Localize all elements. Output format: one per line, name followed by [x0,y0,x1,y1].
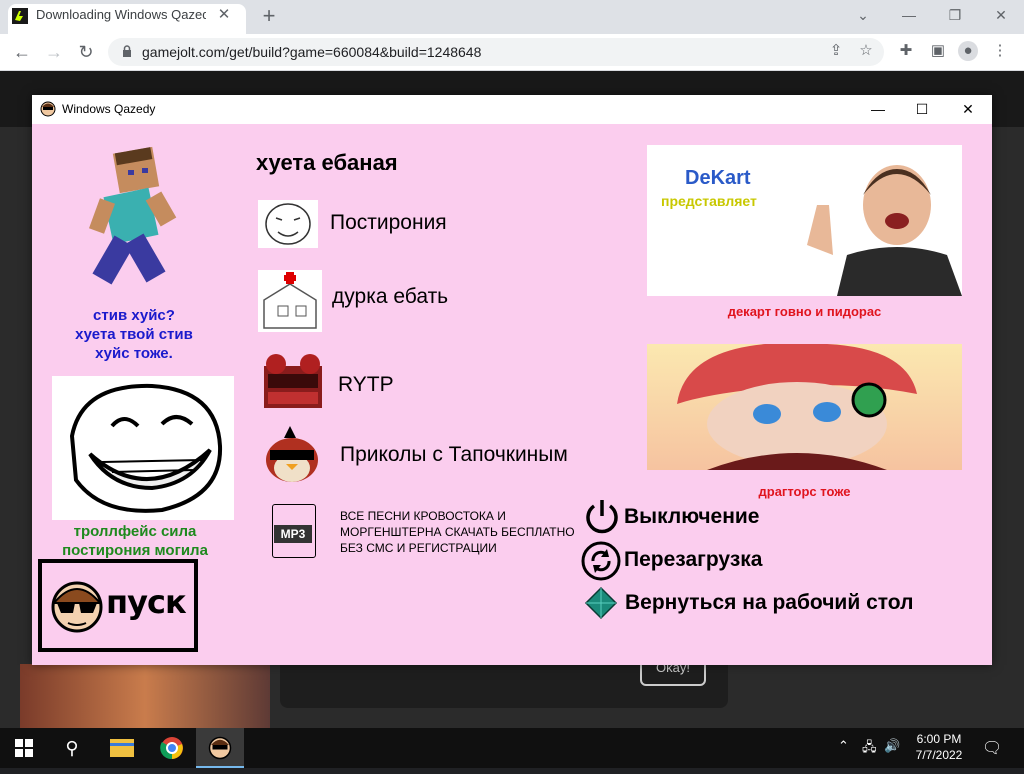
taskbar-clock[interactable]: 6:00 PM 7/7/2022 [900,731,978,763]
volume-icon[interactable]: 🔊 [884,738,900,754]
dragtors-caption: драгторс тоже [758,484,851,499]
app-icon [40,101,56,117]
lock-icon[interactable] [122,45,132,57]
desktop-gem-icon[interactable] [584,586,618,620]
bookmark-star-icon[interactable]: ☆ [856,41,876,61]
file-explorer-icon[interactable] [98,728,146,768]
restart-button[interactable]: Перезагрузка [624,548,762,572]
menu-item-durka[interactable]: дурка ебать [332,285,448,309]
dekart-banner-image[interactable]: DeKart представляет [647,145,962,296]
menu-item-tapochkin[interactable]: Приколы с Тапочкиным [340,443,568,467]
notifications-icon[interactable]: 🗨 [982,738,1002,758]
clock-date: 7/7/2022 [915,748,963,762]
restore-icon[interactable]: ❐ [932,0,978,30]
windows-start-icon[interactable] [0,728,48,768]
dragtors-image[interactable] [647,344,962,470]
app-titlebar[interactable] [32,95,992,124]
menu-item-postirony[interactable]: Постирония [330,211,447,235]
tab-search-icon[interactable]: ⌄ [840,0,886,30]
tab-close-icon[interactable]: ✕ [214,5,234,25]
back-icon[interactable]: ← [10,40,34,64]
side-panel-icon[interactable]: ▣ [928,41,948,61]
menu-item-rytp[interactable]: RYTP [338,373,394,397]
app-maximize-icon[interactable]: ☐ [900,95,944,124]
profile-avatar-icon[interactable]: ● [958,41,978,61]
tab-title: Downloading Windows Qazedy - ... [36,7,206,22]
shutdown-button[interactable]: Выключение [624,505,760,529]
mp3-download-text[interactable]: ВСЕ ПЕСНИ КРОВОСТОКА И МОРГЕНШТЕРНА СКАЧ… [340,508,584,556]
background-game-image [20,664,270,728]
dekart-face-icon [51,581,103,633]
dekart-banner-subtitle: представляет [661,193,757,209]
clock-time: 6:00 PM [916,732,962,746]
return-desktop-button[interactable]: Вернуться на рабочий стол [625,591,913,615]
qazedy-taskbar-icon[interactable] [196,728,244,768]
start-label: пуск [106,583,187,621]
show-hidden-icons-icon[interactable]: ⌃ [838,738,849,754]
chrome-taskbar-icon[interactable] [148,728,196,768]
app-close-icon[interactable]: ✕ [946,95,990,124]
dragtors-art-icon [677,344,917,470]
forward-icon[interactable]: → [42,40,66,64]
rytp-item-icon[interactable] [262,352,324,408]
reload-icon[interactable]: ↻ [74,40,98,64]
start-button[interactable]: пуск [38,559,198,652]
extensions-icon[interactable]: ✚ [896,41,916,61]
restart-icon[interactable] [580,541,622,581]
trollface-icon [69,383,223,513]
dekart-banner-title: DeKart [685,167,751,189]
app-minimize-icon[interactable]: — [856,95,900,124]
waving-man-icon [807,165,962,296]
trollface-caption: троллфейс сила постирония могила [62,523,208,559]
mp3-label: MP3 [274,525,312,543]
close-window-icon[interactable]: ✕ [978,0,1024,30]
new-tab-button[interactable]: + [258,5,280,28]
dekart-caption: декарт говно и пидорас [727,304,882,319]
app-heading: хуета ебаная [256,150,398,175]
steve-caption: стив хуйс? хуета твой стив хуйс тоже. [75,307,193,362]
gamejolt-favicon-icon [12,8,28,24]
steve-figure-icon[interactable] [78,146,192,296]
trollface-image[interactable] [52,376,234,520]
url-text[interactable]: gamejolt.com/get/build?game=660084&build… [142,44,481,60]
durka-item-icon[interactable] [258,270,322,332]
minimize-icon[interactable]: — [886,0,932,30]
mp3-file-icon[interactable]: MP3 [272,504,316,558]
power-icon[interactable] [582,496,622,536]
postirony-item-icon[interactable] [258,200,318,248]
app-title: Windows Qazedy [62,102,156,116]
share-icon[interactable]: ⇪ [826,41,846,61]
tapochkin-item-icon[interactable] [264,422,320,484]
chrome-menu-icon[interactable]: ⋮ [990,41,1010,61]
search-icon[interactable]: ⚲ [48,728,96,768]
network-icon[interactable]: 🖧 [862,738,877,760]
